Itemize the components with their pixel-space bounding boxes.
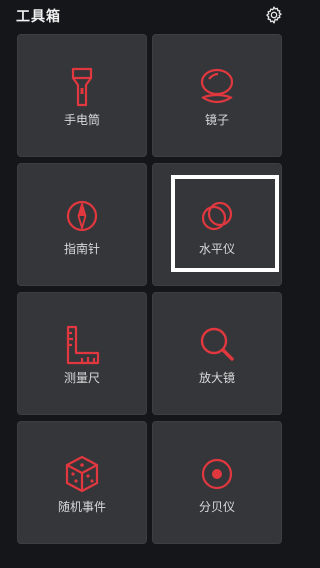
compass-icon	[66, 200, 98, 232]
tool-mirror[interactable]: 镜子	[152, 34, 282, 157]
tool-label: 随机事件	[57, 500, 106, 514]
tool-label: 手电筒	[63, 113, 100, 127]
tool-label: 指南针	[63, 242, 100, 256]
settings-button[interactable]	[264, 5, 284, 25]
mirror-icon	[200, 68, 234, 104]
decibel-meter-icon	[201, 458, 233, 490]
tool-magnifier[interactable]: 放大镜	[152, 292, 282, 415]
tool-label: 测量尺	[63, 371, 100, 385]
dice-icon	[65, 455, 99, 493]
page-title: 工具箱	[16, 9, 61, 25]
tool-label: 水平仪	[198, 242, 235, 256]
level-icon	[201, 201, 233, 231]
tool-decibel-meter[interactable]: 分贝仪	[152, 421, 282, 544]
flashlight-icon	[71, 67, 93, 107]
magnifier-icon	[200, 327, 234, 361]
tool-ruler[interactable]: 测量尺	[17, 292, 147, 415]
tool-random-event[interactable]: 随机事件	[17, 421, 147, 544]
tool-label: 镜子	[204, 113, 229, 127]
tool-label: 分贝仪	[198, 500, 235, 514]
tool-level[interactable]: 水平仪	[152, 163, 282, 286]
ruler-icon	[66, 325, 100, 365]
header: 工具箱	[0, 0, 300, 30]
tool-label: 放大镜	[198, 371, 235, 385]
tool-compass[interactable]: 指南针	[17, 163, 147, 286]
tool-flashlight[interactable]: 手电筒	[17, 34, 147, 157]
gear-icon	[266, 6, 282, 24]
